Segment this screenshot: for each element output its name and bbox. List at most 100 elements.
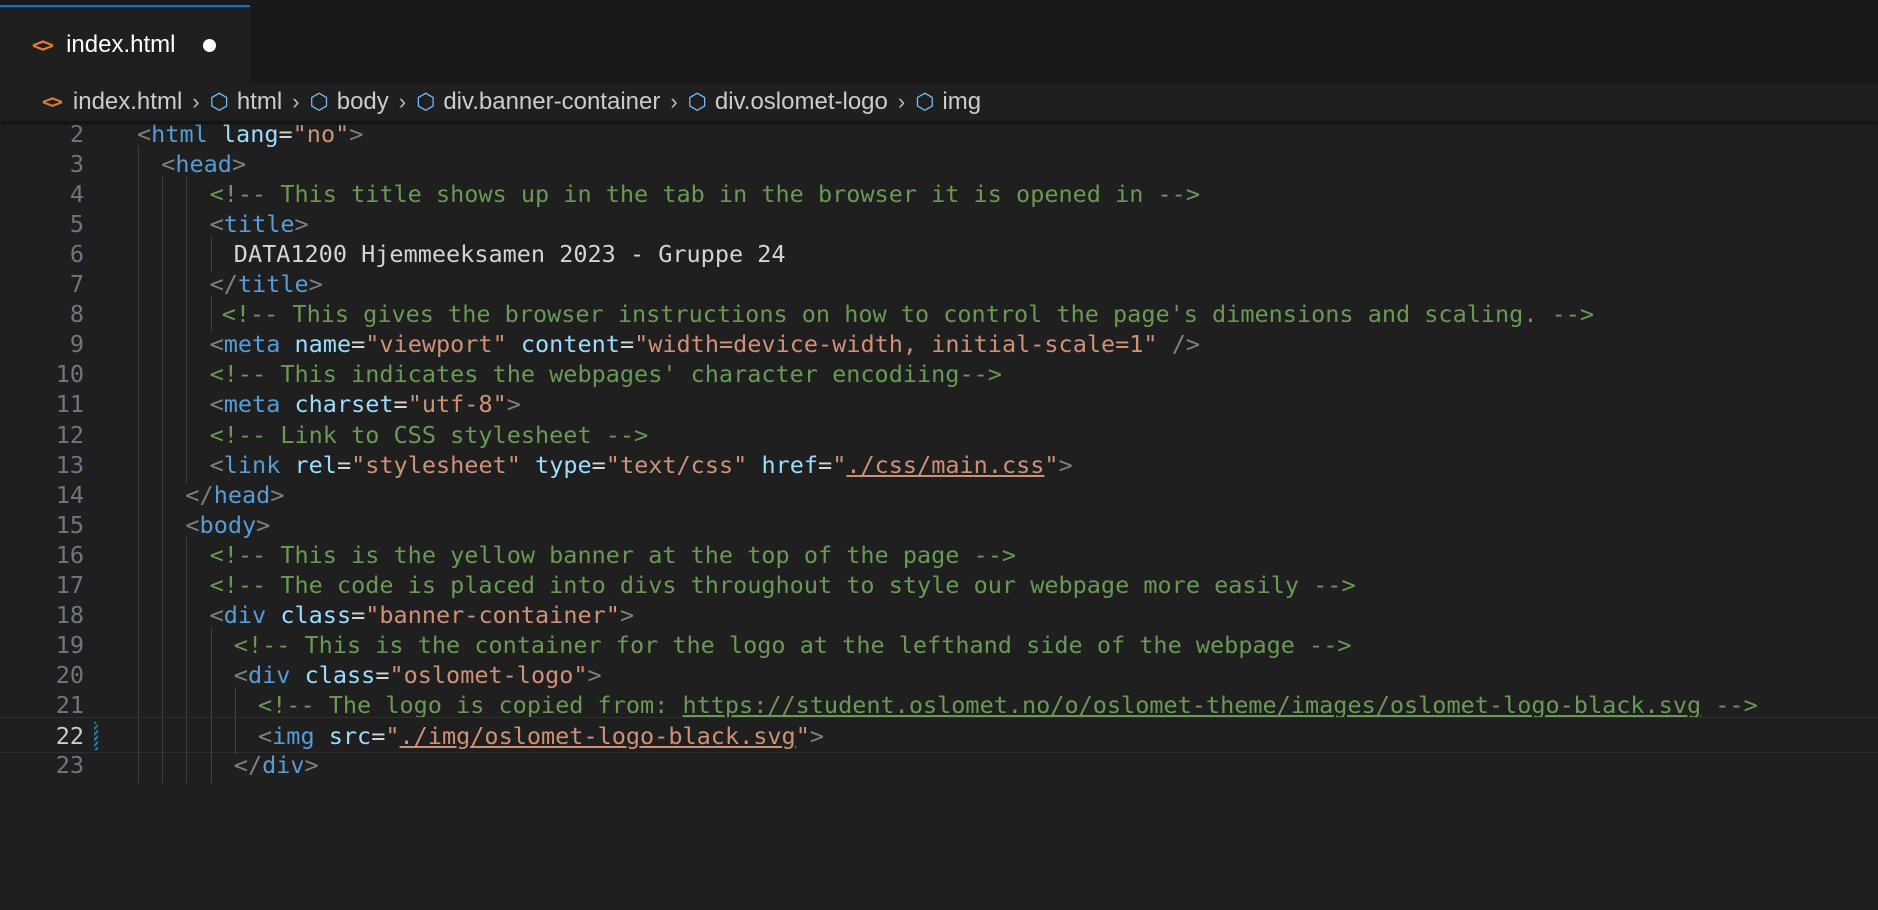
breadcrumb-item[interactable]: ⬡ html [210, 88, 283, 116]
code-token: div [247, 660, 291, 689]
breadcrumb-item[interactable]: ⬡ body [310, 88, 389, 116]
code-token: < [258, 722, 273, 750]
code-token: > [294, 210, 309, 239]
line-number: 23 [55, 751, 84, 780]
code-token: DATA1200 Hjemmeeksamen 2023 - Gruppe 24 [233, 240, 786, 269]
tab-label: index.html [66, 31, 176, 58]
tab-index-html[interactable]: <> index.html [0, 5, 250, 83]
code-token: > [349, 120, 364, 148]
breadcrumb-item[interactable]: ⬡ img [915, 88, 981, 116]
indent-guide [186, 747, 188, 784]
code-token: "no" [292, 120, 350, 148]
code-link[interactable]: ./img/oslomet-logo-black.svg [400, 722, 796, 750]
symbol-element-icon: ⬡ [416, 89, 436, 114]
code-token: <!-- This title shows up in the tab in t… [209, 180, 1200, 209]
code-token: charset [294, 390, 394, 419]
code-line[interactable]: 23 </div> [0, 747, 1878, 784]
code-token: " [385, 722, 400, 750]
code-token: link [223, 450, 281, 479]
code-token: = [278, 120, 293, 148]
code-token: < [233, 660, 248, 689]
chevron-right-icon: › [670, 89, 678, 114]
modified-line-indicator [94, 722, 98, 750]
indent-guide [162, 747, 164, 784]
breadcrumb-item[interactable]: <> index.html [42, 88, 182, 116]
code-token: "viewport" [365, 330, 507, 359]
breadcrumb-label: html [236, 88, 283, 115]
code-token: <!-- This indicates the webpages' charac… [209, 360, 1002, 389]
code-token: > [270, 480, 285, 509]
code-token: head [213, 480, 271, 509]
code-token: > [256, 510, 271, 539]
code-token: class [280, 600, 352, 629]
code-token: = [371, 722, 386, 750]
code-token: content [520, 330, 620, 359]
code-token: body [199, 510, 257, 539]
breadcrumb-label: div.banner-container [443, 88, 661, 115]
code-token: "oslomet-logo" [389, 660, 588, 689]
code-token: > [231, 150, 247, 179]
code-token: --> [1701, 690, 1758, 719]
code-token: src [328, 722, 372, 750]
code-token: <!-- The logo is copied from: [258, 690, 683, 719]
symbol-element-icon: ⬡ [687, 89, 707, 114]
code-token: head [175, 150, 232, 179]
code-token: < [209, 450, 224, 479]
code-token: > [809, 722, 824, 750]
code-token: html [151, 120, 208, 148]
code-token: > [587, 660, 602, 689]
code-token: > [1058, 450, 1073, 479]
code-token: < [209, 330, 224, 359]
code-token: href [761, 450, 819, 479]
unsaved-changes-dot-icon[interactable] [203, 38, 217, 52]
code-token: < [209, 210, 224, 239]
code-token: < [161, 150, 176, 179]
code-token: rel [294, 450, 337, 479]
code-token: < [137, 120, 152, 148]
code-token: meta [223, 330, 281, 359]
code-token: "banner-container" [365, 600, 620, 629]
code-token: " [1044, 450, 1059, 479]
symbol-element-icon: ⬡ [209, 89, 229, 114]
code-token: "text/css" [605, 450, 748, 479]
code-token: name [294, 330, 352, 359]
code-file-icon: <> [32, 33, 54, 57]
code-token: </ [233, 751, 263, 780]
code-token: </ [185, 480, 214, 509]
code-token: = [393, 390, 408, 419]
symbol-element-icon: ⬡ [309, 89, 329, 114]
code-token: = [375, 660, 390, 689]
code-file-icon: <> [42, 91, 63, 113]
code-link[interactable]: https://student.oslomet.no/o/oslomet-the… [682, 691, 1701, 719]
code-token: > [619, 600, 635, 629]
code-editor[interactable]: 2 <html lang="no"> 3 <head> 4 <!-- This title… [0, 116, 1878, 910]
code-token: < [209, 600, 224, 629]
breadcrumb-item[interactable]: ⬡ div.banner-container [416, 88, 660, 116]
code-token: div [223, 600, 267, 629]
code-token: > [308, 270, 323, 299]
code-token: "stylesheet" [351, 450, 521, 479]
breadcrumb: <> index.html › ⬡ html › ⬡ body › ⬡ div.banner-con… [0, 83, 1878, 121]
code-token: img [272, 722, 315, 750]
code-token: = [336, 450, 352, 479]
breadcrumb-label: div.oslomet-logo [714, 88, 888, 115]
breadcrumb-label: index.html [72, 88, 183, 115]
code-text: </div> [234, 747, 319, 783]
code-token: /> [1171, 330, 1201, 359]
code-token: " [832, 450, 847, 479]
code-token: = [619, 330, 635, 359]
code-link[interactable]: ./css/main.css [846, 451, 1044, 479]
code-token: meta [223, 390, 281, 419]
breadcrumb-item[interactable]: ⬡ div.oslomet-logo [688, 88, 888, 116]
code-token: "utf-8" [407, 390, 507, 419]
code-token: " [795, 722, 810, 750]
code-token: <!-- This gives the browser instructions… [221, 300, 1595, 329]
